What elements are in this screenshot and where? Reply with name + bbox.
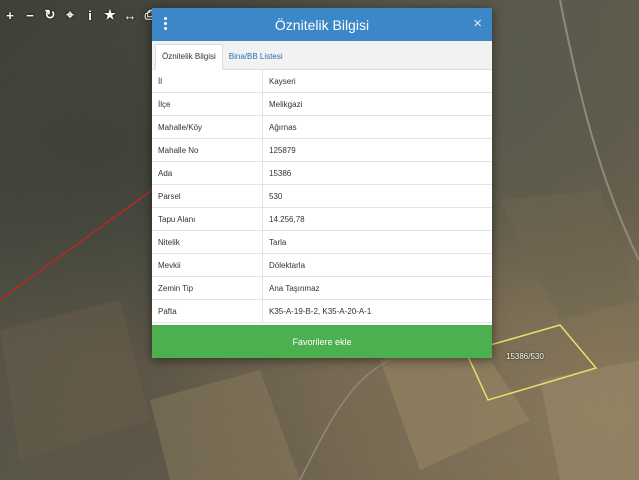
row-value: Ana Taşınmaz xyxy=(262,276,492,300)
map-toolbar: + − ↻ ⌖ i ★ ↔ ⎙ xyxy=(0,0,160,30)
row-key: İl xyxy=(152,70,263,93)
zoom-in-icon[interactable]: + xyxy=(0,0,20,30)
row-key: Tapu Alanı xyxy=(152,207,263,231)
table-row: Mahalle No 125879 xyxy=(152,138,492,162)
table-row: İlçe Melikgazi xyxy=(152,92,492,116)
kebab-menu-icon[interactable] xyxy=(164,17,168,33)
measure-icon[interactable]: ↔ xyxy=(120,0,140,30)
row-key: Nitelik xyxy=(152,230,263,254)
refresh-icon[interactable]: ↻ xyxy=(40,0,60,30)
table-row: Ada 15386 xyxy=(152,161,492,185)
row-value: K35-A-19-B-2, K35-A-20-A-1 xyxy=(262,299,492,323)
row-key: Mahalle No xyxy=(152,138,263,162)
table-row: Zemin Tip Ana Taşınmaz xyxy=(152,276,492,300)
row-value: Kayseri xyxy=(262,70,492,93)
add-to-favorites-button[interactable]: Favorilere ekle xyxy=(152,325,492,358)
field-patch xyxy=(540,360,639,480)
row-value: 530 xyxy=(262,184,492,208)
field-patch xyxy=(150,370,300,480)
table-row: Mahalle/Köy Ağırnas xyxy=(152,115,492,139)
locate-icon[interactable]: ⌖ xyxy=(60,0,80,30)
row-key: Parsel xyxy=(152,184,263,208)
boundary-line xyxy=(0,189,153,301)
dialog-tabs: Öznitelik Bilgisi Bina/BB Listesi xyxy=(152,41,492,70)
parcel-label: 15386/530 xyxy=(506,352,544,361)
row-value: 15386 xyxy=(262,161,492,185)
row-value: Ağırnas xyxy=(262,115,492,139)
table-row: Mevkii Dölektarla xyxy=(152,253,492,277)
row-key: Mahalle/Köy xyxy=(152,115,263,139)
star-icon[interactable]: ★ xyxy=(100,0,120,30)
attribute-dialog: Öznitelik Bilgisi × Öznitelik Bilgisi Bi… xyxy=(152,8,492,358)
table-row: Nitelik Tarla xyxy=(152,230,492,254)
field-patch xyxy=(0,300,150,460)
table-row: Tapu Alanı 14.256,78 xyxy=(152,207,492,231)
attribute-table: İl Kayseri İlçe Melikgazi Mahalle/Köy Ağırn… xyxy=(152,70,492,323)
tab-attribute-info[interactable]: Öznitelik Bilgisi xyxy=(155,44,223,70)
tab-building-list[interactable]: Bina/BB Listesi xyxy=(223,45,289,69)
close-icon[interactable]: × xyxy=(473,15,482,32)
row-value: Melikgazi xyxy=(262,92,492,116)
dialog-header: Öznitelik Bilgisi × xyxy=(152,8,492,41)
table-row: Parsel 530 xyxy=(152,184,492,208)
row-key: İlçe xyxy=(152,92,263,116)
table-row: İl Kayseri xyxy=(152,70,492,93)
row-value: 125879 xyxy=(262,138,492,162)
field-patch xyxy=(500,190,639,320)
dialog-title: Öznitelik Bilgisi xyxy=(274,16,370,33)
row-key: Zemin Tip xyxy=(152,276,263,300)
road xyxy=(299,359,391,480)
row-value: Dölektarla xyxy=(262,253,492,277)
row-key: Pafta xyxy=(152,299,263,323)
row-key: Ada xyxy=(152,161,263,185)
table-row: Pafta K35-A-19-B-2, K35-A-20-A-1 xyxy=(152,299,492,323)
info-icon[interactable]: i xyxy=(80,0,100,30)
row-key: Mevkii xyxy=(152,253,263,277)
row-value: 14.256,78 xyxy=(262,207,492,231)
zoom-out-icon[interactable]: − xyxy=(20,0,40,30)
row-value: Tarla xyxy=(262,230,492,254)
